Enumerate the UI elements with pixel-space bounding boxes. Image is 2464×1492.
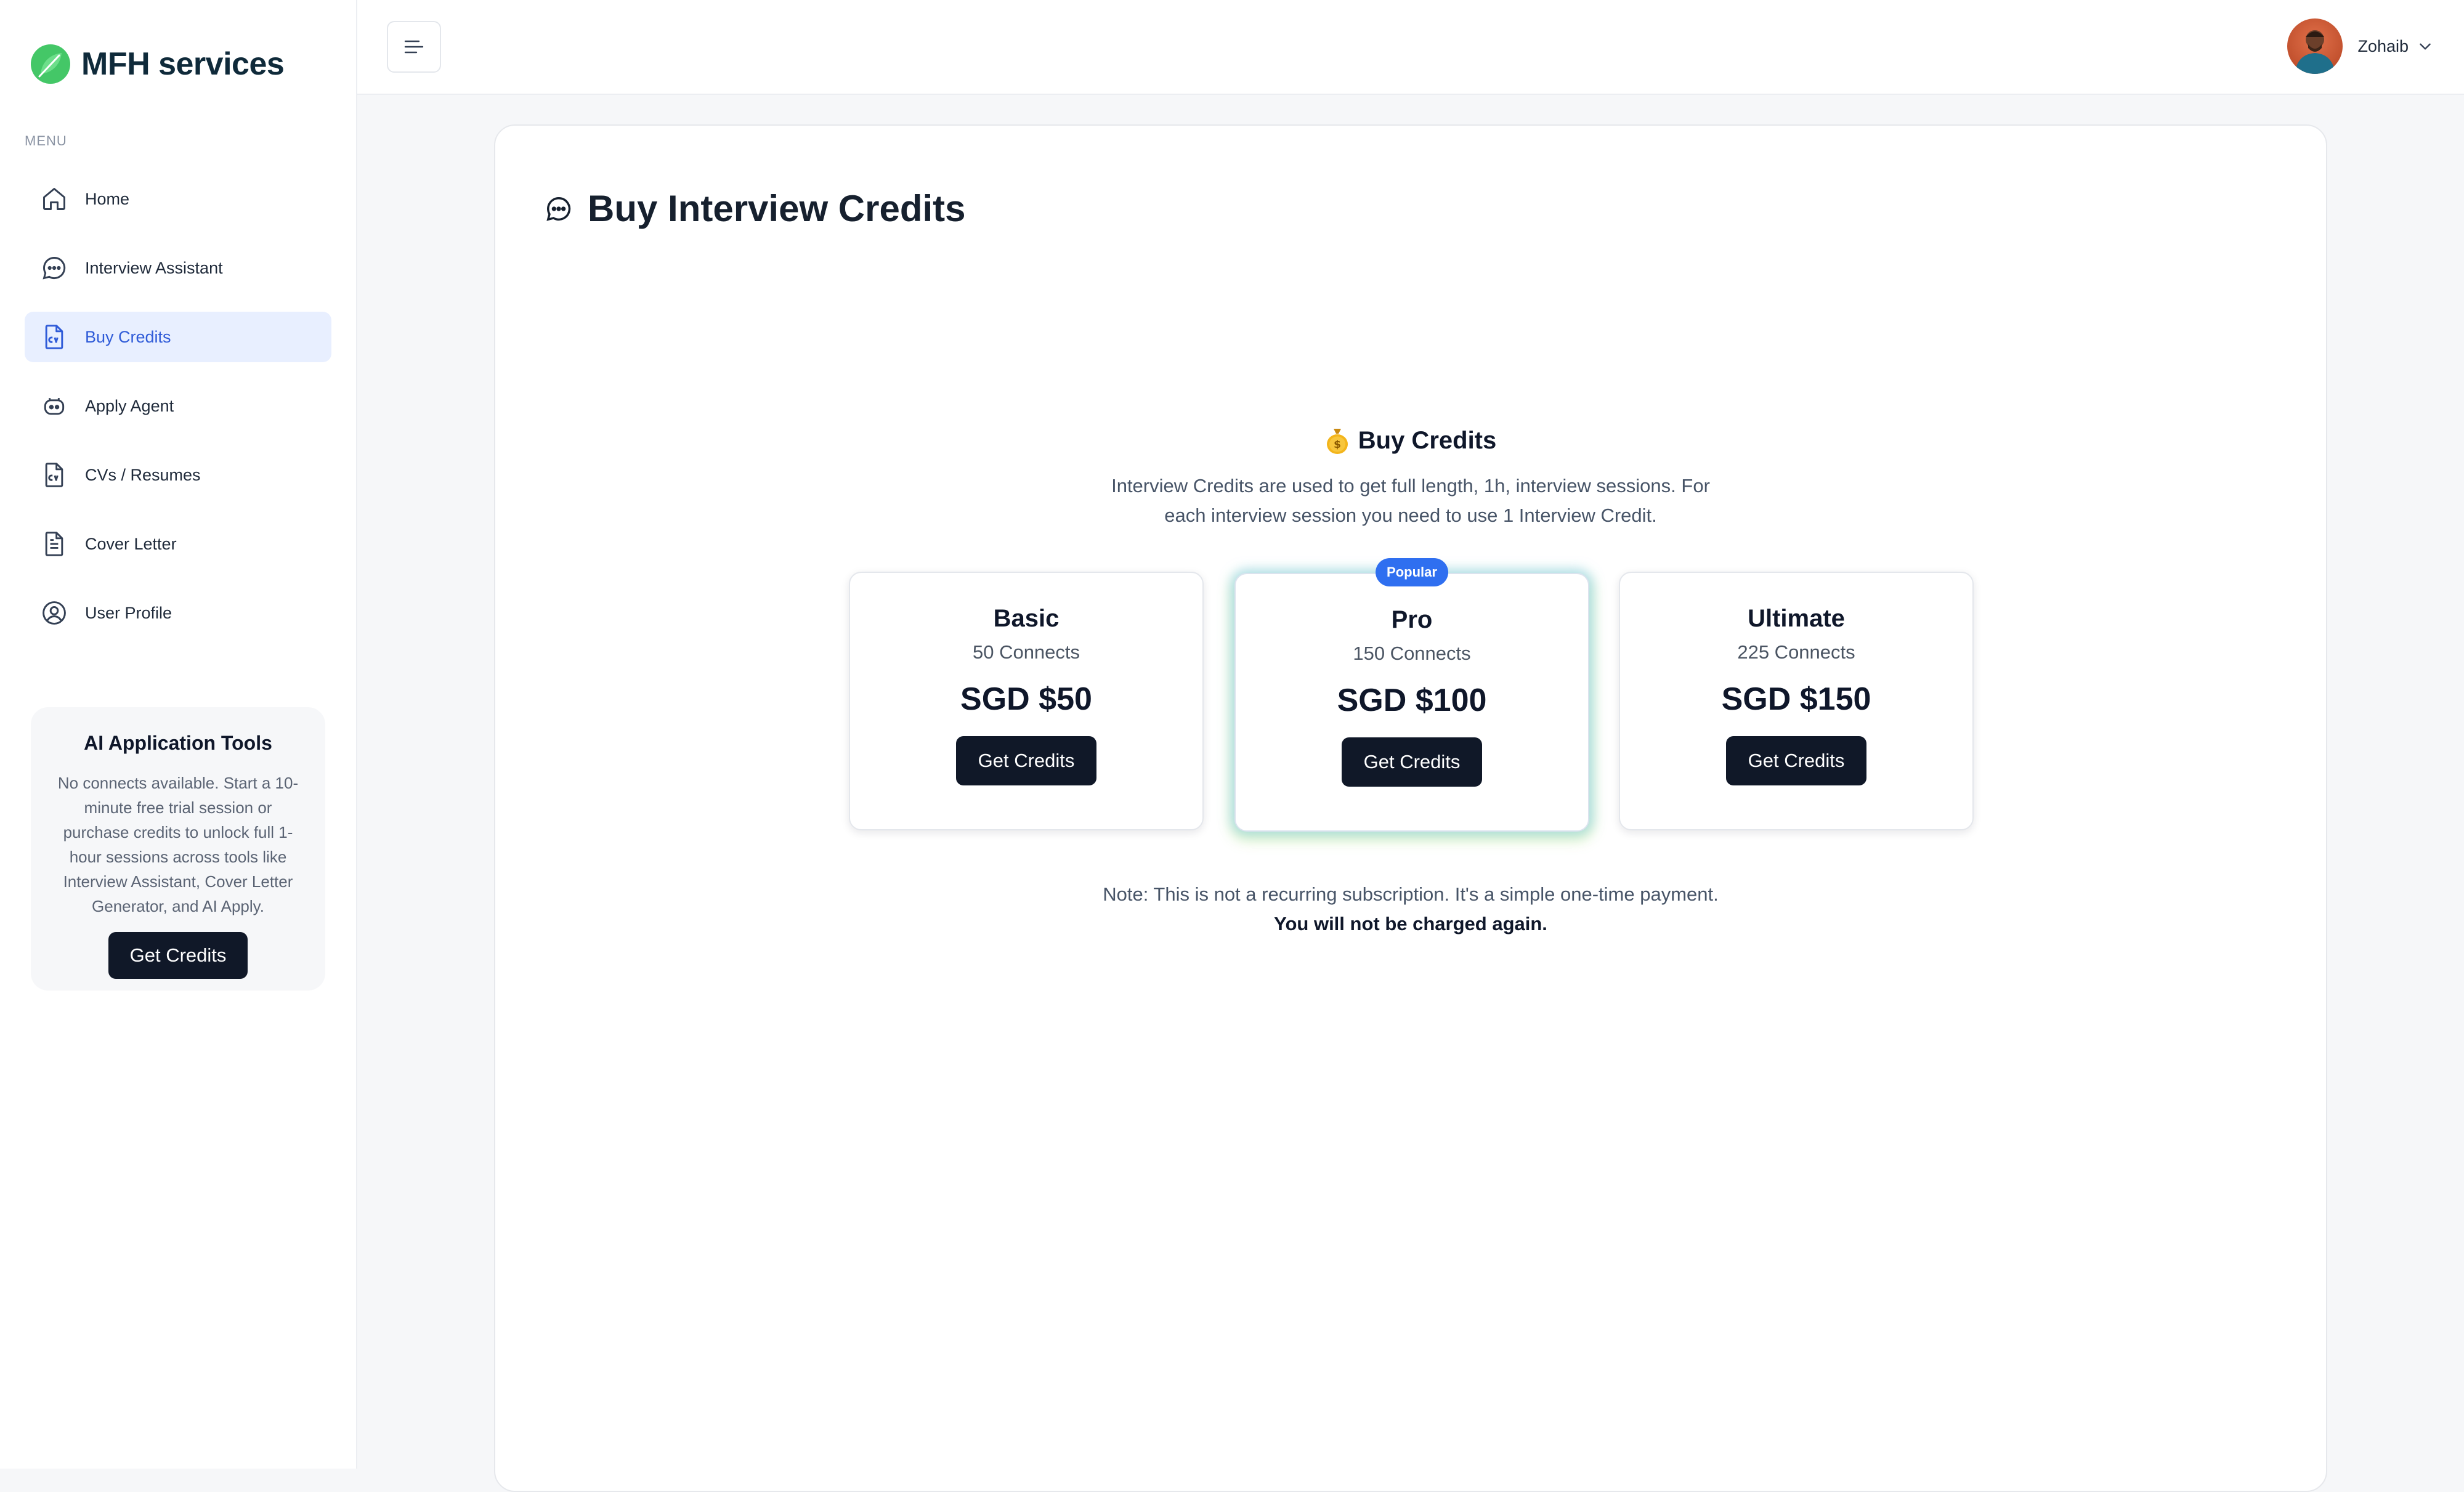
leaf-logo-icon [31, 44, 70, 84]
menu-lines-icon [404, 40, 424, 54]
sidebar-item-label: Interview Assistant [85, 258, 223, 277]
page-title: Buy Interview Credits [588, 188, 966, 229]
sidebar: MFH services MENU Home Interview Assista… [0, 0, 357, 1469]
menu-label: MENU [25, 133, 67, 148]
pricing-plans: Basic 50 Connects SGD $50 Get Credits Po… [849, 558, 1976, 834]
get-credits-ultimate-button[interactable]: Get Credits [1726, 736, 1866, 785]
brand-name: MFH services [81, 46, 285, 82]
plan-card-pro: Popular Pro 150 Connects SGD $100 Get Cr… [1234, 558, 1589, 832]
sidebar-item-cvs-resumes[interactable]: CVs / Resumes [25, 450, 331, 500]
plan-price: SGD $50 [960, 681, 1092, 717]
plan-price: SGD $150 [1721, 681, 1871, 717]
cv-document-icon [39, 460, 69, 490]
payment-note: Note: This is not a recurring subscripti… [495, 880, 2326, 939]
ai-tools-description: No connects available. Start a 10-minute… [57, 774, 299, 915]
user-name: Zohaib [2357, 36, 2409, 55]
buy-credits-section-header: $ Buy Credits Interview Credits are used… [495, 426, 2326, 530]
sidebar-item-label: Apply Agent [85, 396, 174, 415]
plan-connects: 225 Connects [1737, 641, 1855, 663]
plan-connects: 150 Connects [1353, 643, 1471, 664]
chevron-down-icon [2420, 43, 2431, 50]
top-header: Zohaib [357, 0, 2464, 95]
sidebar-item-user-profile[interactable]: User Profile [25, 588, 331, 638]
plan-name: Ultimate [1748, 605, 1845, 632]
sidebar-item-apply-agent[interactable]: Apply Agent [25, 381, 331, 431]
note-strong-text: You will not be charged again. [1274, 913, 1547, 935]
section-description: Interview Credits are used to get full l… [1111, 475, 1710, 526]
sidebar-get-credits-button[interactable]: Get Credits [108, 932, 248, 979]
plan-name: Pro [1391, 606, 1433, 633]
main-content-card: Buy Interview Credits $ Buy Credits Inte… [494, 124, 2327, 1492]
document-icon [39, 529, 69, 559]
avatar[interactable] [2287, 18, 2343, 74]
svg-text:$: $ [1334, 439, 1341, 451]
section-title: Buy Credits [1358, 426, 1497, 454]
user-circle-icon [39, 598, 69, 628]
chat-bubble-icon [39, 253, 69, 283]
sidebar-item-label: Buy Credits [85, 327, 171, 346]
popular-badge: Popular [1376, 558, 1448, 586]
sidebar-item-buy-credits[interactable]: Buy Credits [25, 312, 331, 362]
sidebar-item-label: User Profile [85, 603, 172, 622]
user-menu[interactable]: Zohaib [2287, 18, 2433, 74]
plan-price: SGD $100 [1337, 683, 1487, 718]
menu-toggle-button[interactable] [387, 21, 441, 73]
bot-icon [39, 391, 69, 421]
brand[interactable]: MFH services [28, 42, 285, 86]
plan-name: Basic [993, 605, 1060, 632]
home-icon [39, 184, 69, 214]
sidebar-nav: Home Interview Assistant Buy Credits App… [25, 174, 331, 657]
page-title-row: Buy Interview Credits [545, 187, 966, 230]
ai-tools-title: AI Application Tools [84, 732, 272, 754]
cv-document-icon [39, 322, 69, 352]
get-credits-pro-button[interactable]: Get Credits [1342, 737, 1482, 787]
sidebar-item-label: Cover Letter [85, 534, 177, 553]
sidebar-item-interview-assistant[interactable]: Interview Assistant [25, 243, 331, 293]
plan-card-basic: Basic 50 Connects SGD $50 Get Credits [849, 572, 1204, 830]
chat-bubble-icon [546, 197, 571, 221]
plan-connects: 50 Connects [972, 641, 1080, 663]
get-credits-basic-button[interactable]: Get Credits [956, 736, 1096, 785]
sidebar-item-home[interactable]: Home [25, 174, 331, 224]
sidebar-item-label: Home [85, 189, 130, 208]
plan-card-ultimate: Ultimate 225 Connects SGD $150 Get Credi… [1619, 572, 1974, 830]
money-bag-icon: $ [1326, 429, 1348, 454]
ai-tools-card: AI Application Tools No connects availab… [31, 707, 325, 991]
sidebar-item-label: CVs / Resumes [85, 465, 201, 484]
sidebar-item-cover-letter[interactable]: Cover Letter [25, 519, 331, 569]
note-text: Note: This is not a recurring subscripti… [1103, 883, 1719, 905]
